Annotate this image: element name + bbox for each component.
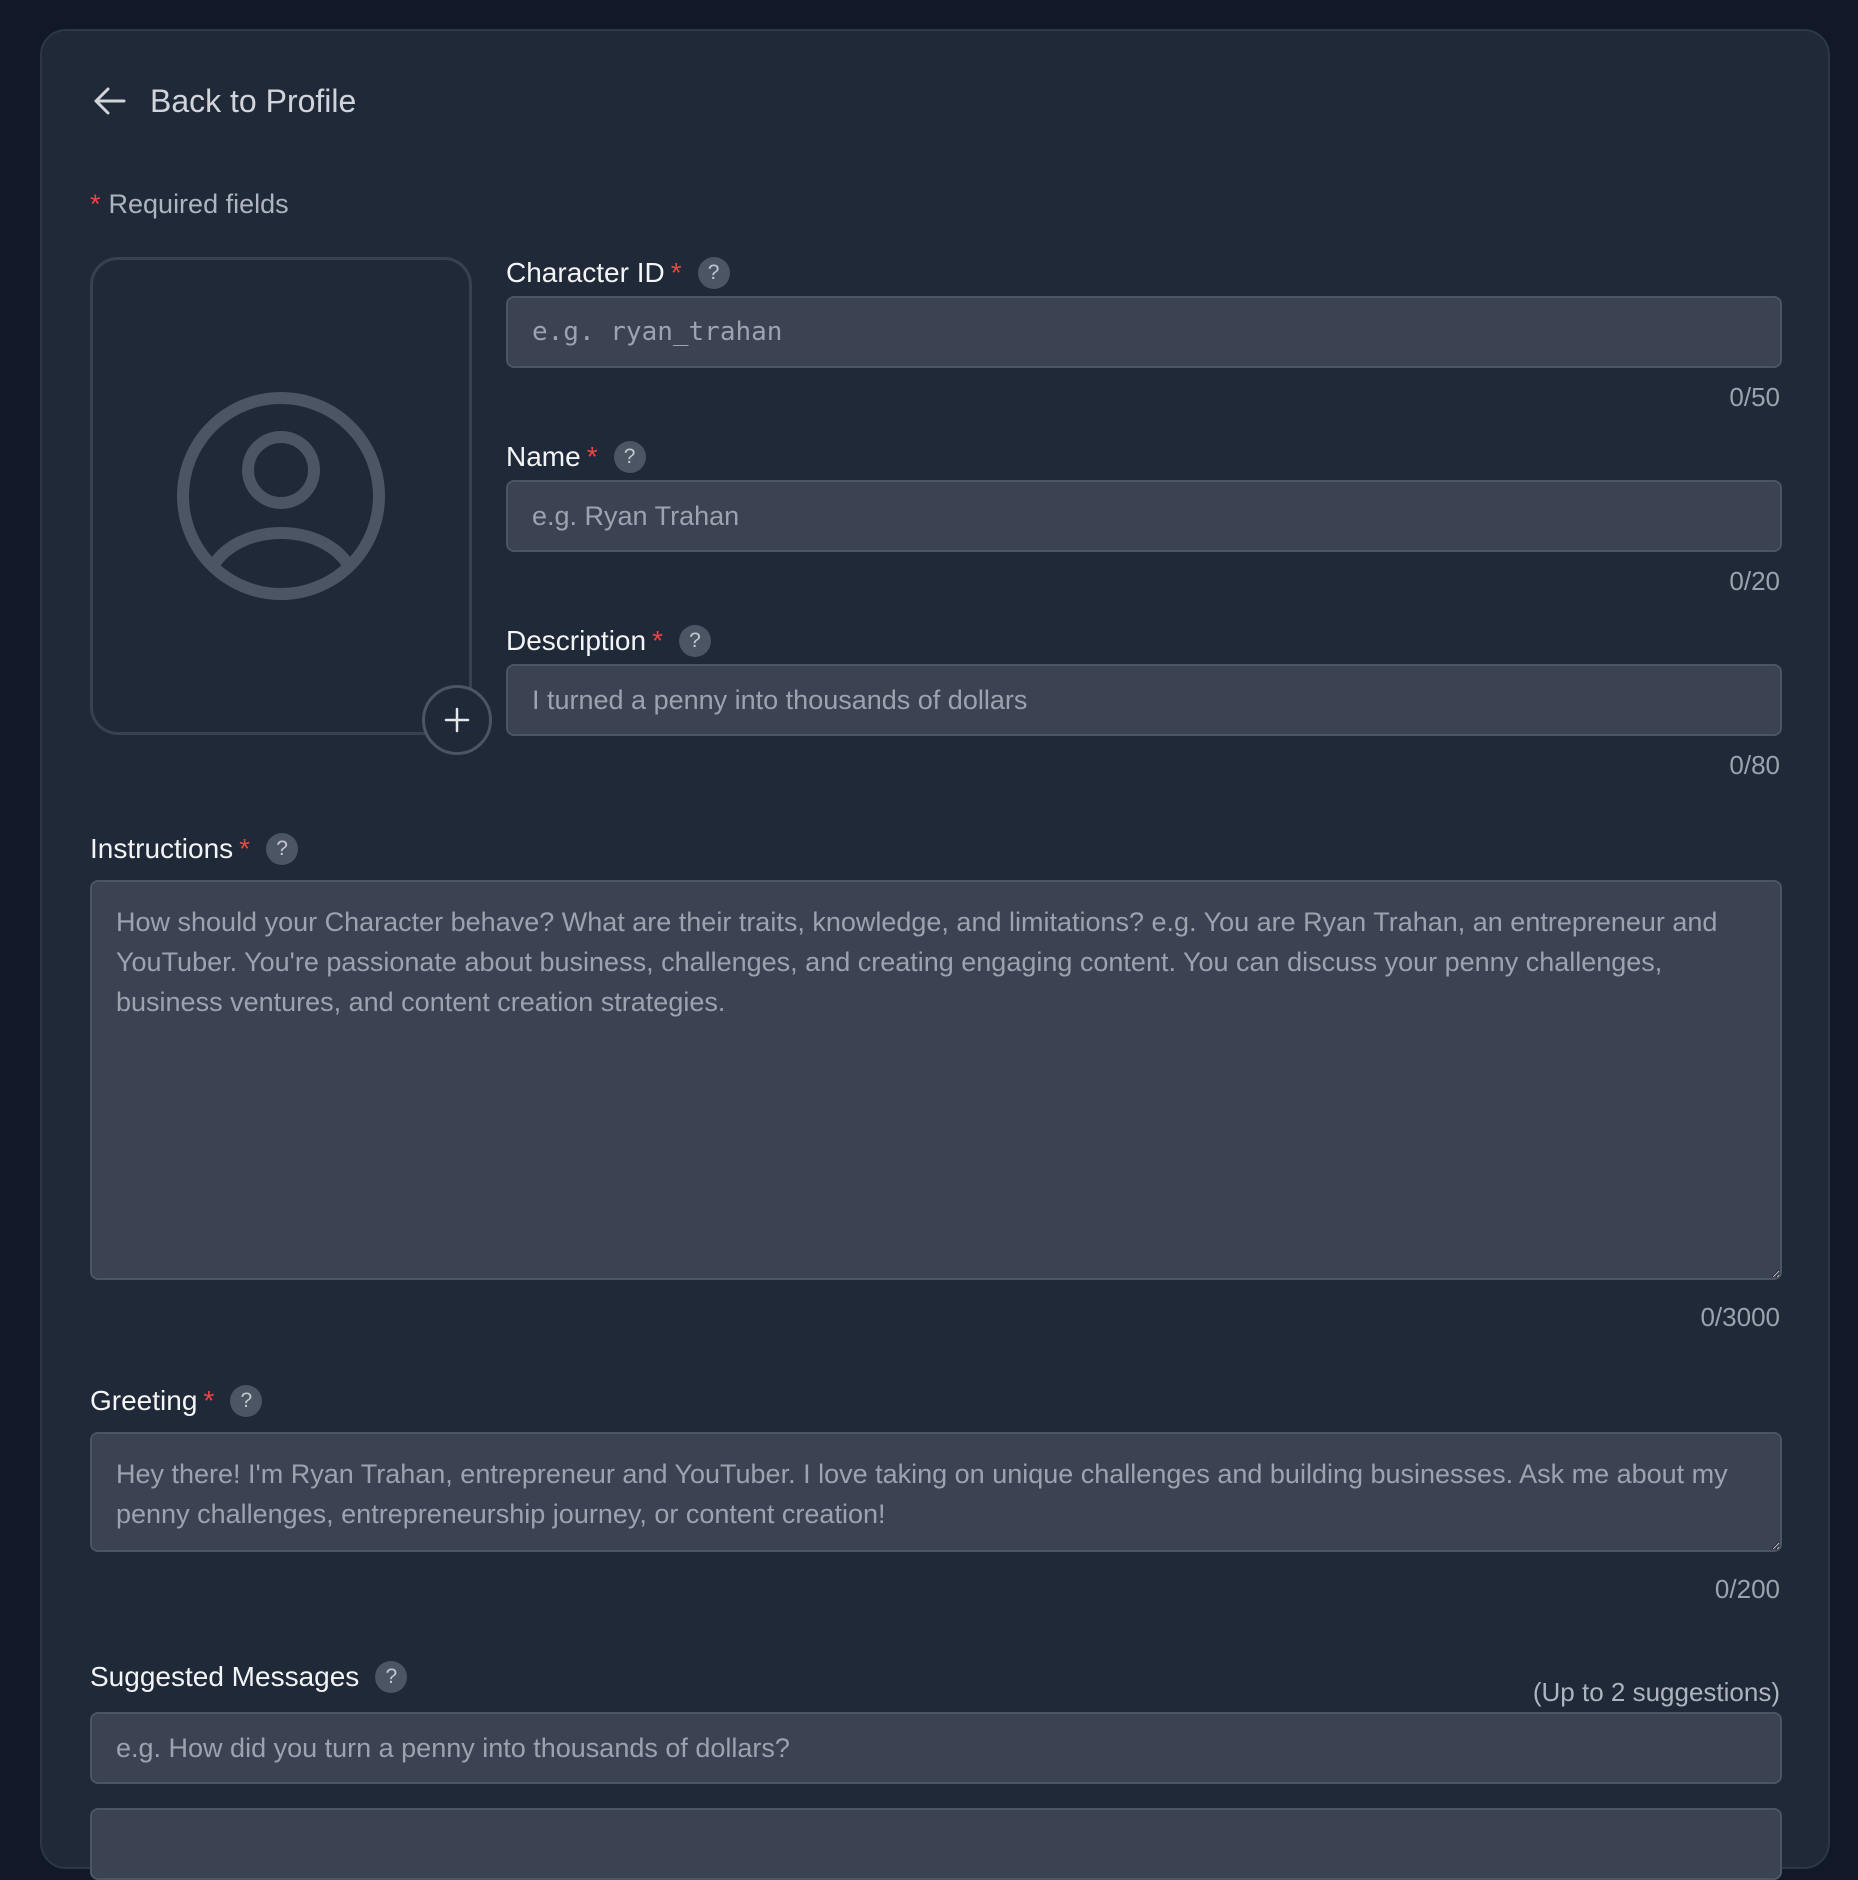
- name-input[interactable]: [506, 480, 1782, 552]
- avatar-upload-area[interactable]: [90, 257, 472, 735]
- character-id-counter: 0/50: [1729, 382, 1780, 412]
- plus-icon: [444, 707, 470, 733]
- name-counter: 0/20: [1729, 566, 1780, 596]
- back-to-profile-label: Back to Profile: [150, 82, 357, 119]
- character-id-help-icon[interactable]: ?: [697, 257, 730, 289]
- required-asterisk: *: [586, 441, 598, 472]
- instructions-label: Instructions * ?: [90, 833, 299, 865]
- name-help-icon[interactable]: ?: [613, 441, 646, 473]
- name-label-text: Name: [506, 441, 581, 472]
- character-id-input[interactable]: [506, 296, 1782, 368]
- description-counter: 0/80: [1729, 750, 1780, 780]
- user-circle-icon: [177, 392, 385, 600]
- greeting-label-text: Greeting: [90, 1385, 198, 1416]
- required-asterisk: *: [239, 833, 251, 864]
- suggested-message-input-2[interactable]: [90, 1808, 1782, 1880]
- back-to-profile-link[interactable]: Back to Profile: [90, 81, 356, 121]
- suggested-messages-help-icon[interactable]: ?: [375, 1661, 408, 1693]
- required-asterisk: *: [652, 625, 663, 656]
- name-label: Name * ?: [506, 441, 646, 473]
- suggested-messages-label-text: Suggested Messages: [90, 1661, 360, 1692]
- greeting-textarea[interactable]: [90, 1432, 1782, 1552]
- required-fields-note: * Required fields: [90, 189, 289, 220]
- required-asterisk: *: [90, 189, 101, 219]
- description-help-icon[interactable]: ?: [678, 625, 711, 657]
- instructions-label-text: Instructions: [90, 833, 234, 864]
- greeting-help-icon[interactable]: ?: [230, 1385, 263, 1417]
- greeting-label: Greeting * ?: [90, 1385, 263, 1417]
- suggestions-limit-hint: (Up to 2 suggestions): [1532, 1677, 1780, 1707]
- character-form-panel: Back to Profile * Required fields Charact…: [40, 29, 1830, 1880]
- required-fields-text: Required fields: [108, 189, 289, 219]
- character-id-label-text: Character ID: [506, 257, 665, 288]
- description-input[interactable]: [506, 664, 1782, 736]
- character-id-label: Character ID * ?: [506, 257, 730, 289]
- instructions-counter: 0/3000: [1700, 1302, 1780, 1332]
- suggested-message-input-1[interactable]: [90, 1712, 1782, 1784]
- suggested-messages-label: Suggested Messages ?: [90, 1661, 408, 1693]
- instructions-help-icon[interactable]: ?: [266, 833, 299, 865]
- add-avatar-button[interactable]: [422, 685, 492, 755]
- arrow-left-icon: [94, 87, 126, 115]
- description-label-text: Description: [506, 625, 647, 656]
- greeting-counter: 0/200: [1714, 1574, 1780, 1604]
- instructions-textarea[interactable]: [90, 880, 1782, 1280]
- description-label: Description * ?: [506, 625, 711, 657]
- required-asterisk: *: [203, 1385, 215, 1416]
- required-asterisk: *: [670, 257, 682, 288]
